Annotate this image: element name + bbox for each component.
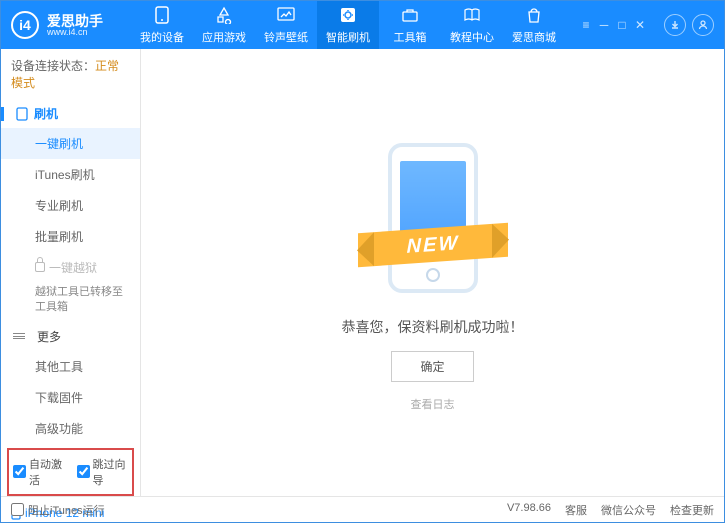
sidebar: 设备连接状态：正常模式 刷机 一键刷机 iTunes刷机 专业刷机 批量刷机 一… — [1, 49, 141, 496]
nav-toolbox[interactable]: 工具箱 — [379, 1, 441, 49]
footer-wechat[interactable]: 微信公众号 — [601, 502, 656, 518]
nav-store[interactable]: 爱思商城 — [503, 1, 565, 49]
brand: i4 爱思助手 www.i4.cn — [11, 11, 131, 39]
skip-guide-checkbox[interactable]: 跳过向导 — [77, 456, 129, 488]
book-icon — [462, 5, 482, 25]
titlebar: i4 爱思助手 www.i4.cn 我的设备 应用游戏 铃声壁纸 智能刷机 工具… — [1, 1, 724, 49]
nav-ringtone-wallpaper[interactable]: 铃声壁纸 — [255, 1, 317, 49]
app-window: i4 爱思助手 www.i4.cn 我的设备 应用游戏 铃声壁纸 智能刷机 工具… — [0, 0, 725, 523]
footer-support[interactable]: 客服 — [565, 502, 587, 518]
main-content: NEW 恭喜您，保资料刷机成功啦！ 确定 查看日志 — [141, 49, 724, 496]
lock-icon — [35, 262, 45, 272]
toolbox-icon — [400, 5, 420, 25]
brand-name: 爱思助手 — [47, 14, 103, 28]
menu-icon[interactable]: ≡ — [580, 20, 592, 30]
nav-label: 智能刷机 — [326, 29, 370, 45]
ok-button[interactable]: 确定 — [391, 351, 473, 382]
side-advanced[interactable]: 高级功能 — [1, 413, 140, 444]
list-icon — [13, 333, 25, 339]
nav-label: 教程中心 — [450, 29, 494, 45]
wallpaper-icon — [276, 5, 296, 25]
block-itunes-checkbox[interactable]: 阻止iTunes运行 — [11, 502, 105, 518]
phone-icon — [152, 5, 172, 25]
maximize-icon[interactable]: □ — [616, 20, 628, 30]
success-illustration: NEW — [368, 133, 498, 303]
nav-label: 爱思商城 — [512, 29, 556, 45]
nav-label: 应用游戏 — [202, 29, 246, 45]
phone-small-icon — [16, 107, 28, 121]
side-batch-flash[interactable]: 批量刷机 — [1, 221, 140, 252]
brand-url: www.i4.cn — [47, 28, 103, 37]
nav-label: 工具箱 — [394, 29, 427, 45]
minimize-icon[interactable]: ─ — [598, 20, 610, 30]
nav-tutorial-center[interactable]: 教程中心 — [441, 1, 503, 49]
connection-status: 设备连接状态：正常模式 — [1, 49, 140, 99]
options-box: 自动激活 跳过向导 — [7, 448, 134, 496]
section-label: 更多 — [37, 328, 61, 345]
nav-my-device[interactable]: 我的设备 — [131, 1, 193, 49]
window-controls: ≡ ─ □ ✕ — [580, 14, 714, 36]
view-log-link[interactable]: 查看日志 — [411, 396, 455, 412]
user-button[interactable] — [692, 14, 714, 36]
side-download-firmware[interactable]: 下载固件 — [1, 382, 140, 413]
auto-activate-checkbox[interactable]: 自动激活 — [13, 456, 65, 488]
side-other-tools[interactable]: 其他工具 — [1, 351, 140, 382]
new-ribbon: NEW — [358, 223, 508, 267]
sidebar-section-flash[interactable]: 刷机 — [1, 99, 140, 128]
sidebar-section-more[interactable]: 更多 — [1, 322, 140, 351]
bag-icon — [524, 5, 544, 25]
top-nav: 我的设备 应用游戏 铃声壁纸 智能刷机 工具箱 教程中心 爱思商城 — [131, 1, 580, 49]
success-message: 恭喜您，保资料刷机成功啦！ — [342, 317, 524, 337]
nav-smart-flash[interactable]: 智能刷机 — [317, 1, 379, 49]
app-icon — [214, 5, 234, 25]
statusbar: 阻止iTunes运行 V7.98.66 客服 微信公众号 检查更新 — [1, 496, 724, 522]
download-button[interactable] — [664, 14, 686, 36]
logo-icon: i4 — [11, 11, 39, 39]
nav-apps-games[interactable]: 应用游戏 — [193, 1, 255, 49]
section-label: 刷机 — [34, 105, 58, 122]
close-icon[interactable]: ✕ — [634, 20, 646, 30]
side-one-click-flash[interactable]: 一键刷机 — [1, 128, 140, 159]
side-itunes-flash[interactable]: iTunes刷机 — [1, 159, 140, 190]
nav-label: 铃声壁纸 — [264, 29, 308, 45]
nav-label: 我的设备 — [140, 29, 184, 45]
side-jailbreak: 一键越狱 — [1, 252, 140, 283]
flash-icon — [338, 5, 358, 25]
footer-check-update[interactable]: 检查更新 — [670, 502, 714, 518]
footer-version: V7.98.66 — [507, 502, 551, 518]
jailbreak-note: 越狱工具已转移至工具箱 — [35, 285, 130, 316]
side-pro-flash[interactable]: 专业刷机 — [1, 190, 140, 221]
